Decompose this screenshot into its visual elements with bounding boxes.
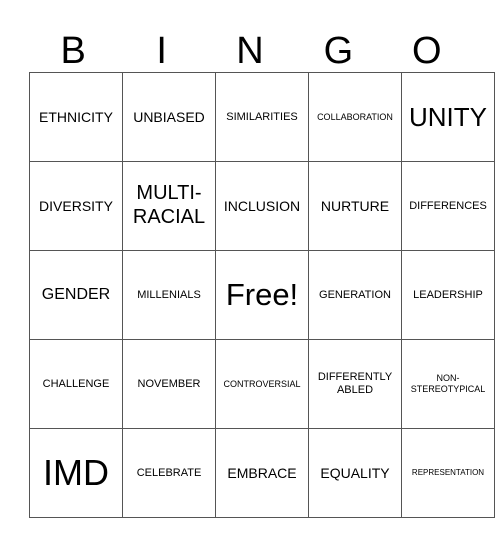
header-letter-g: G bbox=[323, 30, 354, 72]
bingo-cell[interactable]: INCLUSION bbox=[215, 161, 309, 251]
header-letter-b: B bbox=[60, 30, 86, 72]
bingo-cell[interactable]: EQUALITY bbox=[308, 428, 402, 518]
bingo-cell[interactable]: MILLENIALS bbox=[122, 250, 216, 340]
bingo-cell[interactable]: CONTROVERSIAL bbox=[215, 339, 309, 429]
bingo-grid: ETHNICITY UNBIASED SIMILARITIES COLLABOR… bbox=[29, 72, 495, 518]
bingo-cell[interactable]: NURTURE bbox=[308, 161, 402, 251]
bingo-cell[interactable]: DIFFERENCES bbox=[401, 161, 495, 251]
bingo-cell[interactable]: EMBRACE bbox=[215, 428, 309, 518]
bingo-cell[interactable]: REPRESENTATION bbox=[401, 428, 495, 518]
grid-row: IMD CELEBRATE EMBRACE EQUALITY REPRESENT… bbox=[29, 428, 495, 518]
grid-row: CHALLENGE NOVEMBER CONTROVERSIAL DIFFERE… bbox=[29, 339, 495, 429]
bingo-cell[interactable]: CHALLENGE bbox=[29, 339, 123, 429]
bingo-cell[interactable]: UNBIASED bbox=[122, 72, 216, 162]
bingo-cell[interactable]: COLLABORATION bbox=[308, 72, 402, 162]
header-letter-i: I bbox=[156, 30, 167, 72]
bingo-cell[interactable]: ETHNICITY bbox=[29, 72, 123, 162]
bingo-cell[interactable]: GENERATION bbox=[308, 250, 402, 340]
grid-row: ETHNICITY UNBIASED SIMILARITIES COLLABOR… bbox=[29, 72, 495, 162]
grid-row: DIVERSITY MULTI-RACIAL INCLUSION NURTURE… bbox=[29, 161, 495, 251]
bingo-cell[interactable]: LEADERSHIP bbox=[401, 250, 495, 340]
bingo-cell[interactable]: UNITY bbox=[401, 72, 495, 162]
header-letter-o: O bbox=[412, 30, 442, 72]
bingo-cell[interactable]: MULTI-RACIAL bbox=[122, 161, 216, 251]
bingo-cell[interactable]: IMD bbox=[29, 428, 123, 518]
free-space-cell[interactable]: Free! bbox=[215, 250, 309, 340]
bingo-cell[interactable]: NOVEMBER bbox=[122, 339, 216, 429]
bingo-cell[interactable]: SIMILARITIES bbox=[215, 72, 309, 162]
grid-row: GENDER MILLENIALS Free! GENERATION LEADE… bbox=[29, 250, 495, 340]
bingo-cell[interactable]: CELEBRATE bbox=[122, 428, 216, 518]
bingo-cell[interactable]: NON-STEREOTYPICAL bbox=[401, 339, 495, 429]
bingo-cell[interactable]: DIVERSITY bbox=[29, 161, 123, 251]
bingo-cell[interactable]: GENDER bbox=[29, 250, 123, 340]
header-letter-n: N bbox=[236, 30, 264, 72]
bingo-header: B I N G O bbox=[29, 30, 471, 72]
bingo-cell[interactable]: DIFFERENTLY ABLED bbox=[308, 339, 402, 429]
